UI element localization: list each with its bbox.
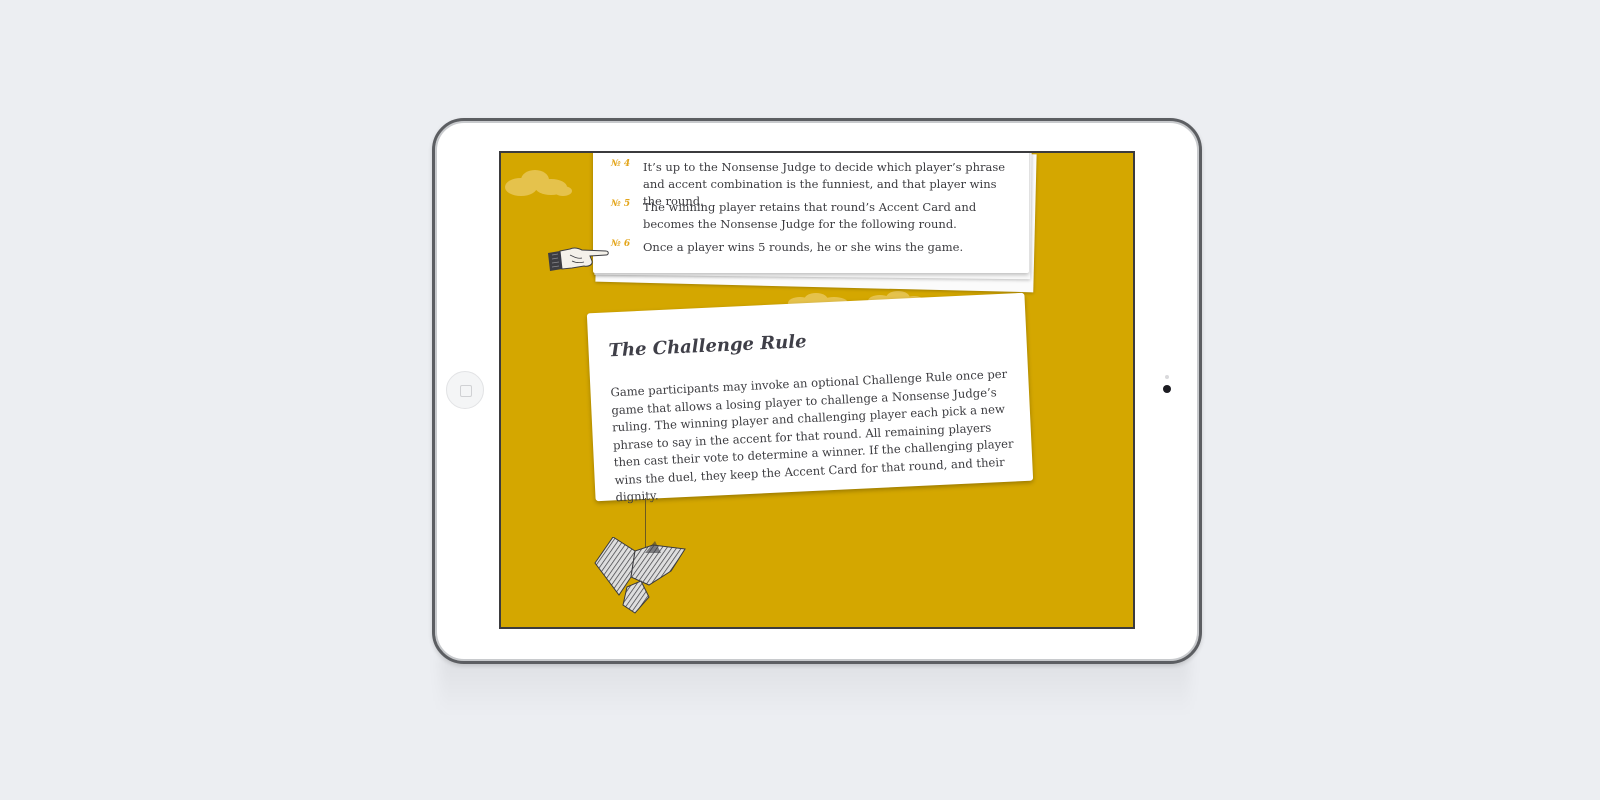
front-sensor — [1165, 375, 1169, 379]
cloud-icon — [505, 170, 572, 196]
rules-card: № 4 It’s up to the Nonsense Judge to dec… — [593, 153, 1029, 273]
pointing-hand-icon — [548, 247, 609, 271]
rule-text: The winning player retains that round’s … — [643, 200, 977, 231]
rule-number: № 5 — [611, 199, 631, 209]
rule-text: Once a player wins 5 rounds, he or she w… — [643, 240, 964, 254]
challenge-title: The Challenge Rule — [608, 331, 808, 362]
hanging-birds-icon — [594, 537, 686, 614]
app-screen[interactable]: № 4 It’s up to the Nonsense Judge to dec… — [499, 151, 1135, 629]
rule-number: № 4 — [611, 159, 631, 169]
home-button[interactable] — [446, 371, 484, 409]
front-camera — [1163, 385, 1171, 393]
challenge-rule-card: The Challenge Rule Game participants may… — [586, 292, 1034, 504]
stage: № 4 It’s up to the Nonsense Judge to dec… — [0, 0, 1600, 800]
challenge-body: Game participants may invoke an optional… — [610, 366, 1014, 505]
device-shadow — [440, 655, 1190, 715]
rule-number: № 6 — [611, 239, 631, 249]
